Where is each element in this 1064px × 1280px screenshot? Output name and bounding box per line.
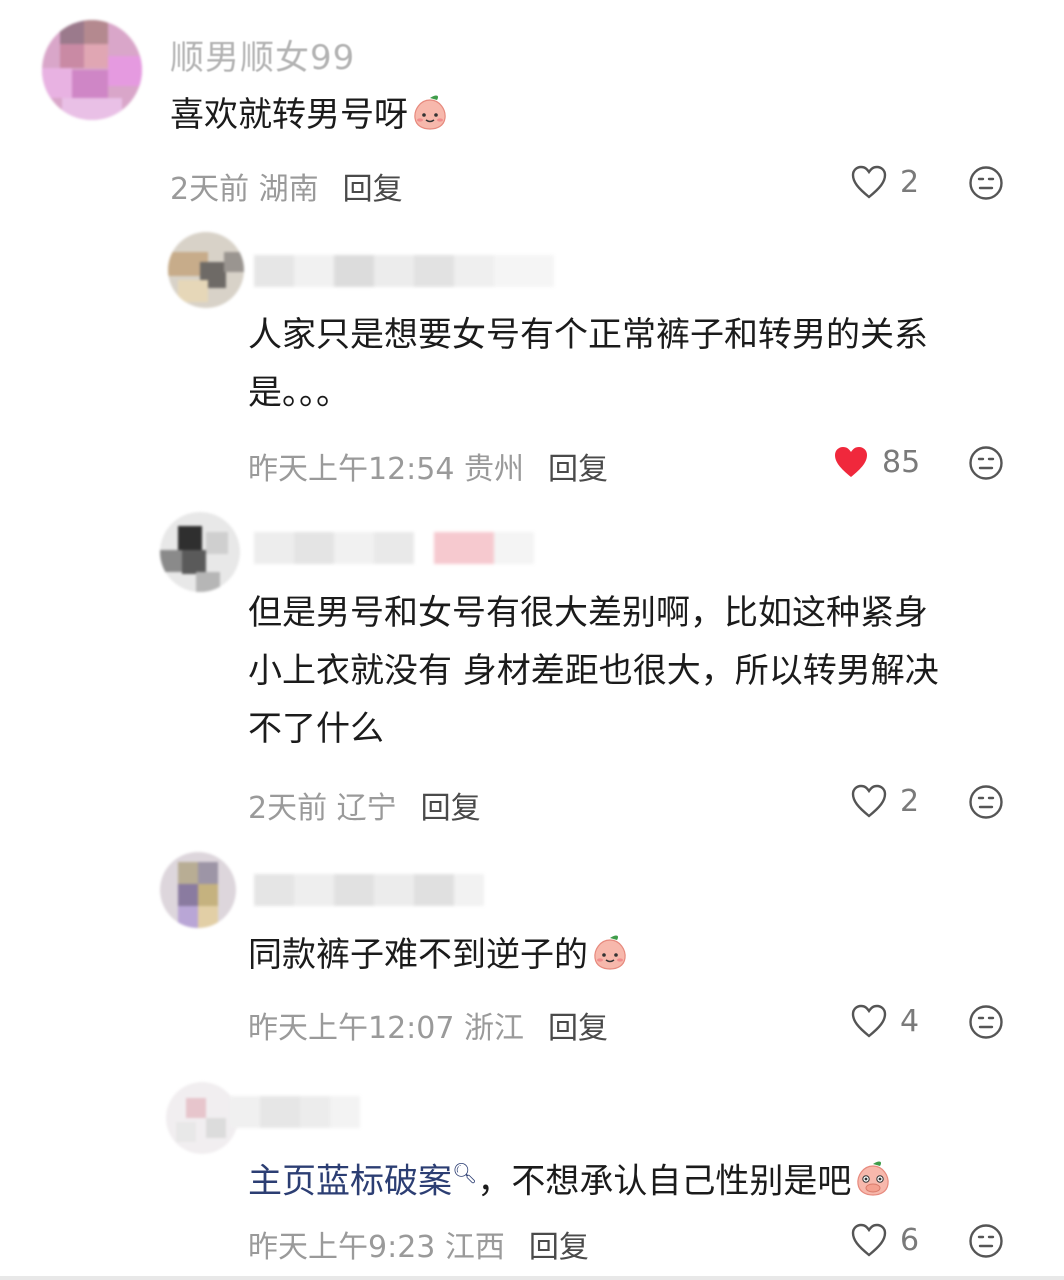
avatar[interactable] <box>166 1082 238 1154</box>
comment-line: 小上衣就没有 身材差距也很大，所以转男解决 <box>248 651 939 691</box>
heart-outline-icon <box>851 1223 887 1257</box>
comment-time: 昨天上午12:54 <box>248 452 455 487</box>
reply-button[interactable]: 回复 <box>548 1003 608 1047</box>
comment-location: 湖南 <box>258 172 319 207</box>
like-button[interactable]: 85 <box>832 444 920 480</box>
comment-location: 浙江 <box>464 1011 525 1046</box>
comment-time: 2天前 <box>248 791 328 826</box>
comment-time: 昨天上午9:23 <box>248 1230 436 1265</box>
username-blurred[interactable] <box>254 255 554 287</box>
comment-meta: 2天前 辽宁 回复 <box>248 783 481 827</box>
comment-line: 是。。。 <box>248 373 350 413</box>
like-count: 2 <box>900 164 920 200</box>
heart-filled-icon <box>835 447 867 477</box>
comment-location: 辽宁 <box>336 791 397 826</box>
profile-search-link[interactable]: 主页蓝标破案 <box>248 1161 452 1201</box>
comment-line: 不了什么 <box>248 709 384 749</box>
comment-text: 喜欢就转男号呀 <box>170 86 450 144</box>
like-count: 85 <box>882 444 921 480</box>
like-count: 2 <box>900 783 920 819</box>
like-button[interactable]: 2 <box>850 783 919 819</box>
comment-meta: 昨天上午12:54 贵州 回复 <box>248 444 608 488</box>
meh-face-icon[interactable] <box>968 1223 1004 1259</box>
like-button[interactable]: 6 <box>850 1222 919 1258</box>
comment-time: 2天前 <box>170 172 250 207</box>
reply-button[interactable]: 回复 <box>421 783 481 827</box>
meh-face-icon[interactable] <box>968 165 1004 201</box>
username-blurred[interactable] <box>230 1096 360 1128</box>
comment-line: ，不想承认自己性别是吧 <box>477 1161 852 1202</box>
like-count: 6 <box>900 1222 920 1258</box>
meh-face-icon[interactable] <box>968 1004 1004 1040</box>
username-blurred[interactable] <box>254 874 484 906</box>
peach-cover-mouth-emoji-icon <box>853 1158 893 1198</box>
comment-line: 同款裤子难不到逆子的 <box>248 935 588 975</box>
like-count: 4 <box>900 1003 920 1039</box>
username-blurred[interactable] <box>254 532 534 564</box>
avatar[interactable] <box>160 512 240 592</box>
peach-smile-emoji-icon <box>410 92 450 132</box>
comment-meta: 昨天上午9:23 江西 回复 <box>248 1222 589 1266</box>
comment-line: 人家只是想要女号有个正常裤子和转男的关系 <box>248 315 928 355</box>
meh-face-icon[interactable] <box>968 445 1004 481</box>
comment-text: 主页蓝标破案🔍︎，不想承认自己性别是吧 <box>248 1144 893 1210</box>
comment-location: 江西 <box>444 1230 505 1265</box>
heart-outline-icon <box>851 1004 887 1038</box>
like-button[interactable]: 2 <box>850 164 919 200</box>
comment-line: 喜欢就转男号呀 <box>170 95 408 135</box>
reply-button[interactable]: 回复 <box>343 164 403 208</box>
comment-location: 贵州 <box>464 452 525 487</box>
comment-time: 昨天上午12:07 <box>248 1011 455 1046</box>
divider <box>0 1276 1064 1280</box>
avatar[interactable] <box>42 20 142 120</box>
search-icon[interactable]: 🔍︎ <box>452 1161 477 1185</box>
like-button[interactable]: 4 <box>850 1003 919 1039</box>
comment-meta: 2天前 湖南 回复 <box>170 164 403 208</box>
reply-button[interactable]: 回复 <box>548 444 608 488</box>
comment-text: 同款裤子难不到逆子的 <box>248 926 630 984</box>
heart-outline-icon <box>851 784 887 818</box>
comment-meta: 昨天上午12:07 浙江 回复 <box>248 1003 608 1047</box>
peach-smile-emoji-icon <box>590 932 630 972</box>
comment-line: 但是男号和女号有很大差别啊，比如这种紧身 <box>248 593 928 633</box>
meh-face-icon[interactable] <box>968 784 1004 820</box>
reply-button[interactable]: 回复 <box>529 1222 589 1266</box>
comment-text: 人家只是想要女号有个正常裤子和转男的关系 是。。。 <box>248 306 928 422</box>
avatar[interactable] <box>160 852 236 928</box>
avatar[interactable] <box>168 232 244 308</box>
username[interactable]: 顺男顺女99 <box>170 30 355 79</box>
comment-text: 但是男号和女号有很大差别啊，比如这种紧身 小上衣就没有 身材差距也很大，所以转男… <box>248 584 939 758</box>
heart-outline-icon <box>851 165 887 199</box>
